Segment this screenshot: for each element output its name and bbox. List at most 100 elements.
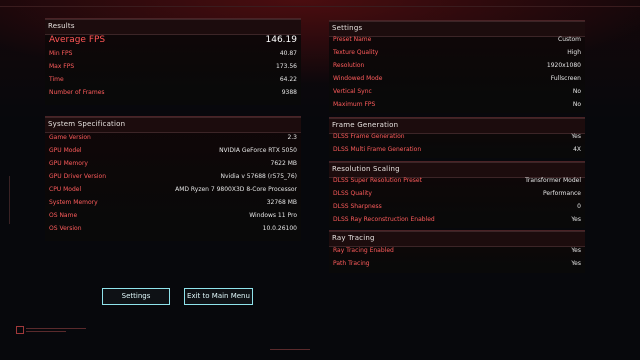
system-row-gpu-model: GPU Model NVIDIA GeForce RTX 5050: [45, 146, 301, 158]
row-value: 0: [577, 203, 581, 210]
row-value: 64.22: [279, 76, 297, 83]
row-label: Max FPS: [49, 63, 75, 70]
raytracing-row-enabled: Ray Tracing Enabled Yes: [329, 246, 585, 258]
results-header: Results: [45, 19, 301, 35]
settings-title: Settings: [332, 24, 363, 32]
row-label: GPU Model: [49, 147, 82, 154]
footer-divider: [270, 349, 310, 350]
settings-row-resolution: Resolution 1920x1080: [329, 61, 585, 73]
row-value: No: [572, 88, 581, 95]
results-title: Results: [48, 22, 75, 30]
system-row-os-version: OS Version 10.0.26100: [45, 224, 301, 236]
row-label: DLSS Frame Generation: [333, 133, 405, 140]
settings-row-vsync: Vertical Sync No: [329, 87, 585, 99]
results-panel: Results Average FPS 146.19 Min FPS 40.87…: [45, 18, 301, 105]
row-value: Yes: [571, 247, 581, 254]
row-value: 9388: [281, 89, 297, 96]
ray-tracing-header: Ray Tracing: [329, 231, 585, 247]
ray-tracing-panel: Ray Tracing Ray Tracing Enabled Yes Path…: [329, 230, 585, 273]
row-label: Resolution: [333, 62, 365, 69]
frame-generation-panel: Frame Generation DLSS Frame Generation Y…: [329, 117, 585, 158]
logo-icon: [16, 326, 24, 334]
row-value: Fullscreen: [550, 75, 581, 82]
row-value: Windows 11 Pro: [249, 212, 297, 219]
row-value: 4X: [573, 146, 581, 153]
row-value: Yes: [571, 216, 581, 223]
footer-line: [26, 331, 66, 332]
results-row-max-fps: Max FPS 173.56: [45, 62, 301, 74]
row-value: 40.87: [279, 50, 297, 57]
row-label: Windowed Mode: [333, 75, 383, 82]
settings-row-max-fps: Maximum FPS No: [329, 100, 585, 112]
resolution-scaling-title: Resolution Scaling: [332, 165, 400, 173]
row-label: GPU Memory: [49, 160, 88, 167]
row-label: OS Version: [49, 225, 82, 232]
row-label: DLSS Sharpness: [333, 203, 382, 210]
results-row-min-fps: Min FPS 40.87: [45, 49, 301, 61]
row-label: Texture Quality: [333, 49, 379, 56]
row-label: DLSS Ray Reconstruction Enabled: [333, 216, 435, 223]
system-row-os-name: OS Name Windows 11 Pro: [45, 211, 301, 223]
row-value: 146.19: [265, 35, 298, 45]
row-label: DLSS Super Resolution Preset: [333, 177, 422, 184]
system-title: System Specification: [48, 120, 126, 128]
row-value: Yes: [571, 133, 581, 140]
settings-panel: Settings Preset Name Custom Texture Qual…: [329, 20, 585, 113]
row-value: 1920x1080: [546, 62, 581, 69]
exit-to-main-menu-button[interactable]: Exit to Main Menu: [184, 288, 253, 305]
top-frame-line: [0, 6, 640, 7]
scaling-row-preset: DLSS Super Resolution Preset Transformer…: [329, 176, 585, 188]
settings-row-texture: Texture Quality High: [329, 48, 585, 60]
settings-row-windowed: Windowed Mode Fullscreen: [329, 74, 585, 86]
settings-row-preset: Preset Name Custom: [329, 35, 585, 47]
row-label: Number of Frames: [49, 89, 105, 96]
system-row-gpu-driver: GPU Driver Version Nvidia v 57688 (r575_…: [45, 172, 301, 184]
row-label: Min FPS: [49, 50, 73, 57]
row-value: 2.3: [287, 134, 297, 141]
row-value: 32768 MB: [266, 199, 297, 206]
footer-line: [26, 328, 86, 329]
row-value: Custom: [558, 36, 581, 43]
row-label: GPU Driver Version: [49, 173, 106, 180]
resolution-scaling-panel: Resolution Scaling DLSS Super Resolution…: [329, 161, 585, 228]
row-label: Average FPS: [49, 35, 106, 45]
framegen-row-dlss-mfg: DLSS Multi Frame Generation 4X: [329, 145, 585, 157]
row-label: CPU Model: [49, 186, 82, 193]
system-row-system-memory: System Memory 32768 MB: [45, 198, 301, 210]
system-row-cpu-model: CPU Model AMD Ryzen 7 9800X3D 8-Core Pro…: [45, 185, 301, 197]
scaling-row-ray-reconstruction: DLSS Ray Reconstruction Enabled Yes: [329, 215, 585, 227]
row-value: Nvidia v 57688 (r575_76): [220, 173, 297, 180]
row-value: AMD Ryzen 7 9800X3D 8-Core Processor: [175, 186, 297, 193]
system-header: System Specification: [45, 117, 301, 133]
row-label: Vertical Sync: [333, 88, 372, 95]
row-label: Ray Tracing Enabled: [333, 247, 394, 254]
system-row-gpu-memory: GPU Memory 7622 MB: [45, 159, 301, 171]
system-row-game-version: Game Version 2.3: [45, 133, 301, 145]
system-panel: System Specification Game Version 2.3 GP…: [45, 116, 301, 241]
row-label: Preset Name: [333, 36, 372, 43]
scaling-row-quality: DLSS Quality Performance: [329, 189, 585, 201]
row-label: DLSS Quality: [333, 190, 372, 197]
side-rail: [9, 176, 10, 224]
row-label: DLSS Multi Frame Generation: [333, 146, 422, 153]
framegen-row-dlss-fg: DLSS Frame Generation Yes: [329, 132, 585, 144]
results-row-frames: Number of Frames 9388: [45, 88, 301, 100]
row-value: 173.56: [276, 63, 297, 70]
row-value: 10.0.26100: [262, 225, 297, 232]
row-value: NVIDIA GeForce RTX 5050: [219, 147, 297, 154]
row-label: Path Tracing: [333, 260, 370, 267]
settings-button[interactable]: Settings: [102, 288, 170, 305]
frame-generation-title: Frame Generation: [332, 121, 399, 129]
raytracing-row-path-tracing: Path Tracing Yes: [329, 259, 585, 271]
row-label: Time: [49, 76, 64, 83]
results-row-average-fps: Average FPS 146.19: [45, 35, 301, 48]
row-label: Maximum FPS: [333, 101, 376, 108]
row-value: Yes: [571, 260, 581, 267]
scaling-row-sharpness: DLSS Sharpness 0: [329, 202, 585, 214]
row-value: Transformer Model: [525, 177, 581, 184]
row-label: OS Name: [49, 212, 78, 219]
row-value: High: [567, 49, 581, 56]
results-row-time: Time 64.22: [45, 75, 301, 87]
ray-tracing-title: Ray Tracing: [332, 234, 375, 242]
row-value: 7622 MB: [270, 160, 297, 167]
